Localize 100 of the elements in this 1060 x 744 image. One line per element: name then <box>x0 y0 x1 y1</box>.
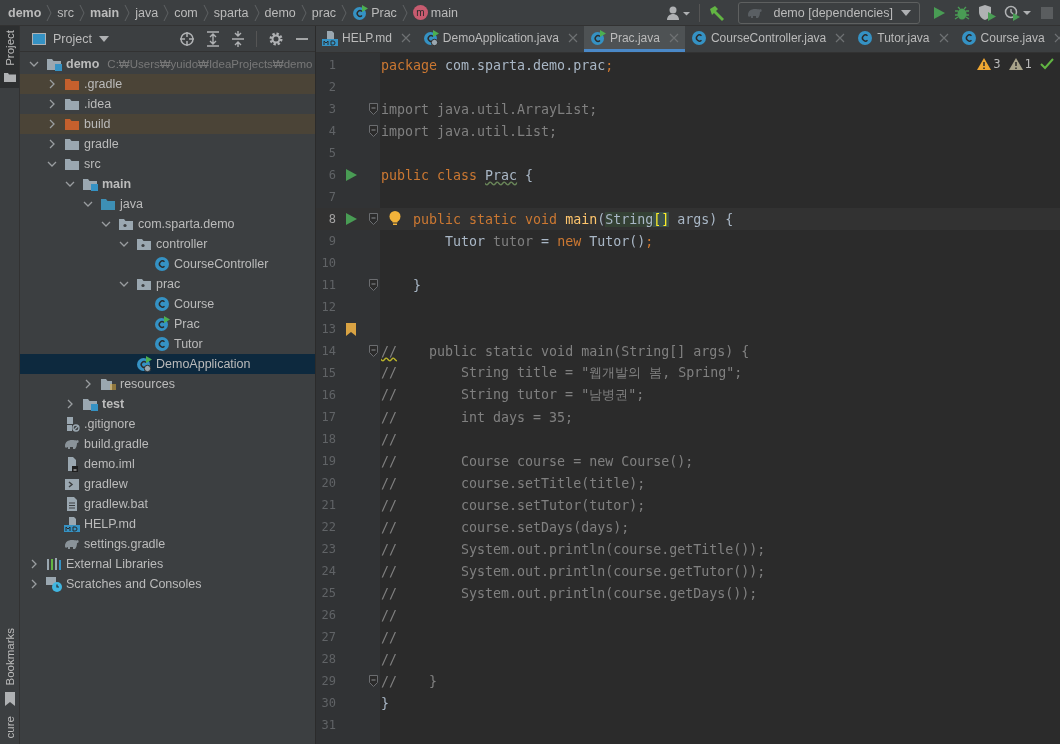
tree-item[interactable]: java <box>20 194 315 214</box>
tree-item[interactable]: Course <box>20 294 315 314</box>
breadcrumb-item[interactable]: src <box>57 5 74 20</box>
collapse-all-icon[interactable] <box>231 30 245 47</box>
hammer-icon[interactable] <box>708 4 727 21</box>
chevron-down-icon[interactable] <box>101 220 111 228</box>
tree-item[interactable]: src <box>20 154 315 174</box>
user-icon[interactable] <box>667 4 692 21</box>
chevron-right-icon[interactable] <box>30 559 38 569</box>
close-icon[interactable] <box>567 32 578 43</box>
tree-item[interactable]: Prac <box>20 314 315 334</box>
breadcrumb-item[interactable]: com <box>174 5 198 20</box>
fold-icon[interactable] <box>368 279 378 291</box>
breadcrumb-item[interactable]: prac <box>311 5 337 20</box>
folder-icon <box>64 117 80 131</box>
caret-icon <box>98 35 109 42</box>
tree-item[interactable]: build <box>20 114 315 134</box>
line-number: 8 <box>327 212 336 226</box>
bookmark-icon <box>3 691 16 706</box>
debug-icon[interactable] <box>954 4 970 21</box>
tree-item[interactable]: gradlew.bat <box>20 494 315 514</box>
breadcrumb-item[interactable]: Prac <box>352 4 397 21</box>
profiler-icon[interactable] <box>1004 4 1032 21</box>
code-line: import java.util.ArrayList; <box>381 101 598 117</box>
tree-item[interactable]: Scratches and Consoles <box>20 574 315 594</box>
run-configuration-dropdown[interactable]: demo [dependencies] <box>738 1 920 24</box>
editor-tab[interactable]: HELP.md <box>316 26 417 52</box>
chevron-right-icon[interactable] <box>48 79 56 89</box>
tree-item[interactable]: build.gradle <box>20 434 315 454</box>
close-icon[interactable] <box>400 32 411 43</box>
code-line: // <box>381 629 397 645</box>
close-icon[interactable] <box>938 32 949 43</box>
chevron-down-icon[interactable] <box>119 280 129 288</box>
editor-tab[interactable]: Prac.java <box>583 26 685 52</box>
tree-item[interactable]: main <box>20 174 315 194</box>
chevron-down-icon[interactable] <box>83 200 93 208</box>
editor-tab[interactable]: CourseController.java <box>684 26 852 52</box>
breadcrumb-item[interactable]: java <box>135 5 159 20</box>
chevron-right-icon[interactable] <box>48 139 56 149</box>
tree-item[interactable]: com.sparta.demo <box>20 214 315 234</box>
chevron-right-icon[interactable] <box>48 99 56 109</box>
tree-item[interactable]: test <box>20 394 315 414</box>
fold-icon[interactable] <box>368 125 378 137</box>
run-icon[interactable] <box>345 213 357 225</box>
fold-icon[interactable] <box>368 675 378 687</box>
run-icon[interactable] <box>345 169 357 181</box>
breadcrumb-item[interactable]: sparta <box>213 5 249 20</box>
breadcrumb-separator-icon <box>253 3 260 22</box>
folder-icon <box>3 71 16 82</box>
chevron-right-icon[interactable] <box>66 399 74 409</box>
expand-all-icon[interactable] <box>206 30 220 47</box>
tree-item[interactable]: HELP.md <box>20 514 315 534</box>
weak-warning-count[interactable]: 1 <box>1008 57 1032 71</box>
editor-tab[interactable]: Course.java <box>954 26 1060 52</box>
tree-item[interactable]: settings.gradle <box>20 534 315 554</box>
settings-icon[interactable] <box>268 30 284 47</box>
chevron-down-icon[interactable] <box>29 60 39 68</box>
tree-item[interactable]: resources <box>20 374 315 394</box>
tree-item[interactable]: prac <box>20 274 315 294</box>
editor-tab[interactable]: DemoApplication.java <box>416 26 584 52</box>
tree-item[interactable]: .gitignore <box>20 414 315 434</box>
tree-item[interactable]: demo.iml <box>20 454 315 474</box>
folder-icon <box>64 157 80 171</box>
tree-item[interactable]: gradlew <box>20 474 315 494</box>
run-icon[interactable] <box>932 5 946 20</box>
tree-item[interactable]: DemoApplication <box>20 354 315 374</box>
tree-item[interactable]: demo C:₩Users₩yuido₩IdeaProjects₩demo <box>20 54 315 74</box>
chevron-right-icon[interactable] <box>30 579 38 589</box>
tool-window-tab[interactable]: Project <box>0 26 19 88</box>
tree-item[interactable]: controller <box>20 234 315 254</box>
coverage-icon[interactable] <box>978 4 996 21</box>
tool-window-tab[interactable]: Bookmarks <box>0 624 19 712</box>
tool-window-tab[interactable]: cure <box>0 711 19 744</box>
fold-icon[interactable] <box>368 213 378 225</box>
fold-icon[interactable] <box>368 345 378 357</box>
chevron-down-icon[interactable] <box>65 180 75 188</box>
tree-item[interactable]: Tutor <box>20 334 315 354</box>
chevron-down-icon[interactable] <box>119 240 129 248</box>
tree-item[interactable]: .idea <box>20 94 315 114</box>
breadcrumb-item[interactable]: main <box>90 5 120 20</box>
warning-count[interactable]: 3 <box>977 57 1001 71</box>
chevron-down-icon[interactable] <box>47 160 57 168</box>
panel-title-dropdown[interactable]: Project <box>32 31 109 46</box>
tree-item[interactable]: CourseController <box>20 254 315 274</box>
chevron-right-icon[interactable] <box>84 379 92 389</box>
code-line: // public static void main(String[] args) { <box>381 343 750 359</box>
chevron-right-icon[interactable] <box>48 119 56 129</box>
fold-icon[interactable] <box>368 103 378 115</box>
tree-item[interactable]: gradle <box>20 134 315 154</box>
locate-icon[interactable] <box>179 30 195 47</box>
breadcrumb-item[interactable]: demo <box>8 5 42 20</box>
close-icon[interactable] <box>835 32 846 43</box>
breadcrumb-item[interactable]: demo <box>264 5 296 20</box>
breadcrumb-item[interactable]: m main <box>412 5 458 20</box>
tree-item[interactable]: External Libraries <box>20 554 315 574</box>
tree-item[interactable]: .gradle <box>20 74 315 94</box>
editor-tab[interactable]: Tutor.java <box>851 26 955 52</box>
ignore-file-icon <box>64 416 80 432</box>
bookmark-icon[interactable] <box>346 322 356 336</box>
close-icon[interactable] <box>1053 32 1060 43</box>
